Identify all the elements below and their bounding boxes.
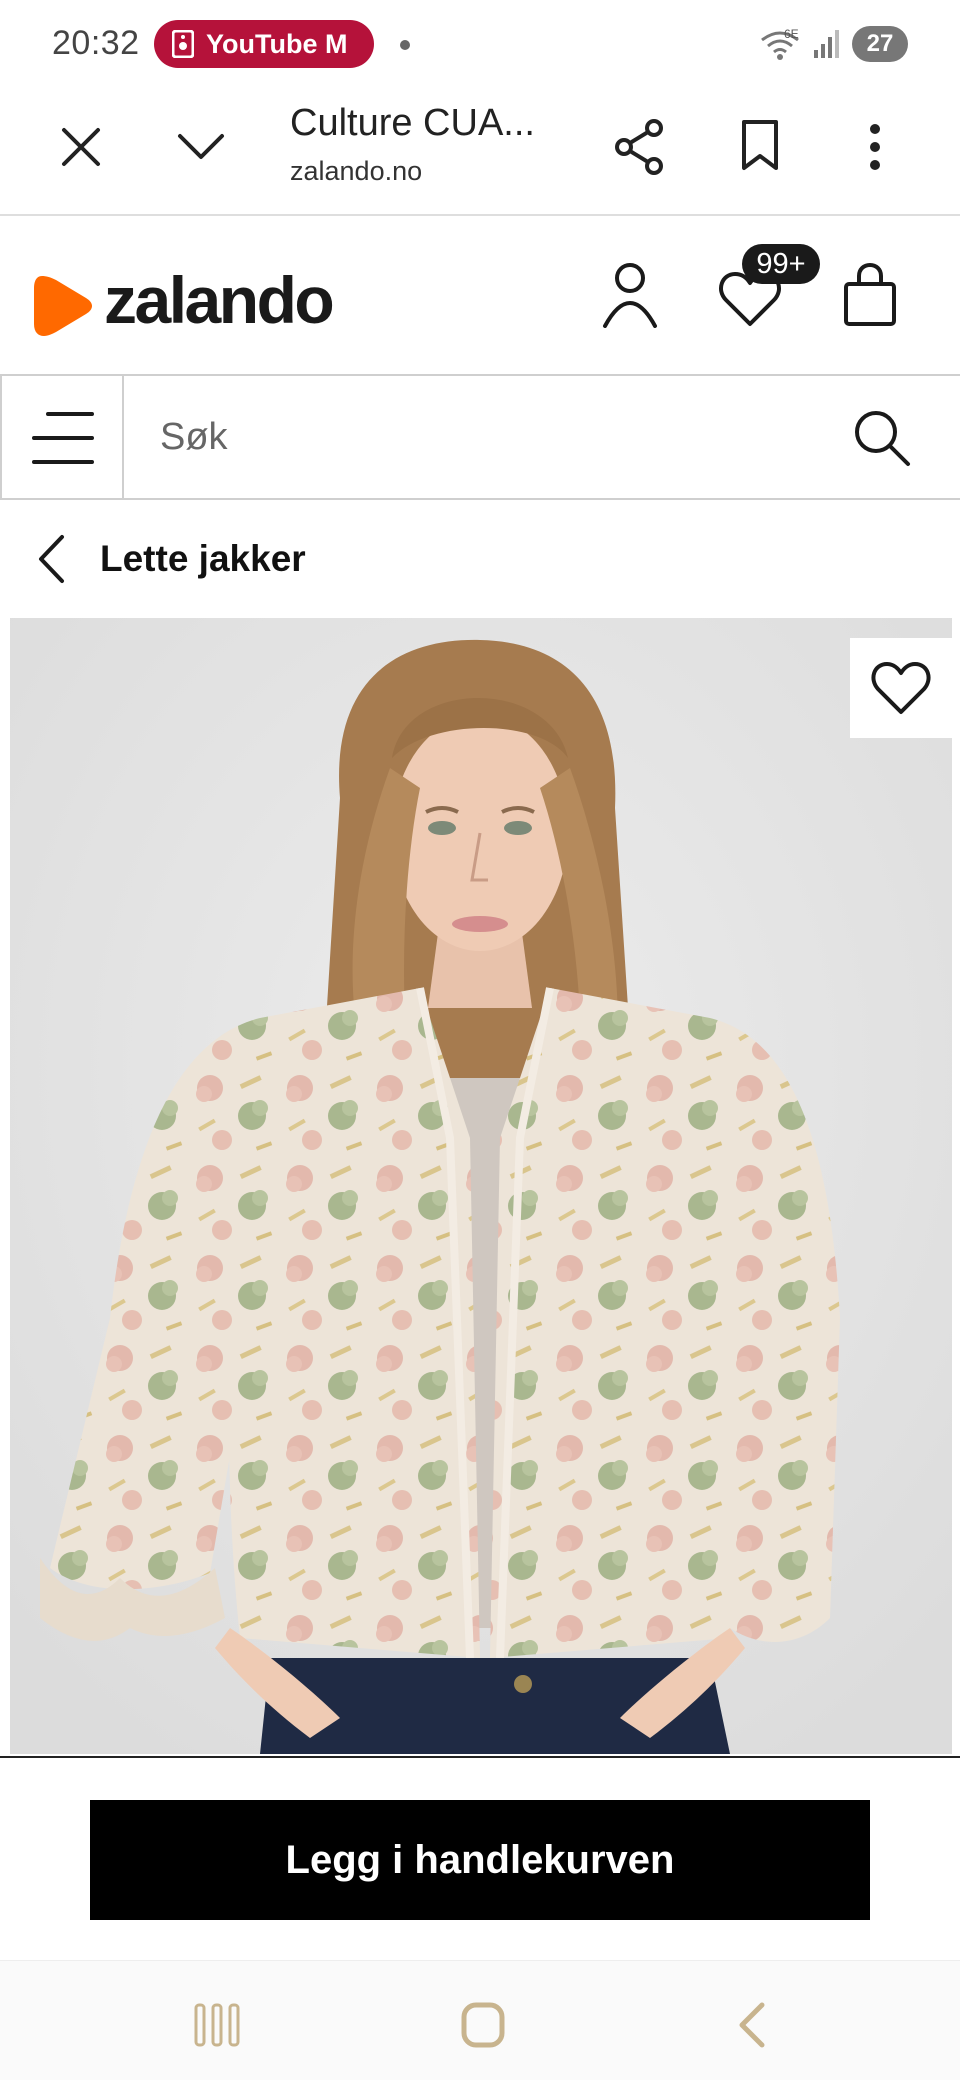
- search-bar: [0, 374, 960, 500]
- wishlist-count-badge: 99+: [742, 244, 820, 284]
- home-icon[interactable]: [460, 2001, 506, 2049]
- android-nav-bar: [0, 1960, 960, 2080]
- add-to-cart-button[interactable]: Legg i handlekurven: [90, 1800, 870, 1920]
- product-image[interactable]: [10, 618, 952, 1754]
- search-input[interactable]: [160, 406, 820, 468]
- signal-icon: [814, 30, 839, 58]
- page-domain[interactable]: zalando.no: [290, 156, 422, 187]
- bookmark-icon[interactable]: [740, 118, 780, 172]
- status-indicators: 6E 27: [758, 22, 908, 66]
- breadcrumb[interactable]: Lette jakker: [0, 500, 960, 618]
- add-to-wishlist-button[interactable]: [850, 638, 952, 738]
- notification-pill: YouTube M: [154, 20, 374, 68]
- shopping-bag-icon[interactable]: [842, 262, 898, 328]
- account-icon[interactable]: [602, 262, 658, 328]
- breadcrumb-label[interactable]: Lette jakker: [100, 538, 306, 580]
- recent-apps-icon[interactable]: [194, 2003, 240, 2047]
- chevron-left-icon[interactable]: [36, 534, 66, 584]
- zalando-logo-icon[interactable]: [34, 274, 94, 338]
- network-type-label: 6E: [784, 27, 799, 41]
- cart-bar: Legg i handlekurven: [0, 1756, 960, 1956]
- more-vert-icon[interactable]: [868, 122, 882, 172]
- browser-toolbar: Culture CUA... zalando.no: [0, 88, 960, 216]
- heart-outline-icon[interactable]: [870, 660, 932, 716]
- wifi-icon: 6E: [761, 27, 799, 60]
- site-header: zalando 99+: [0, 218, 960, 374]
- zalando-logo-text[interactable]: zalando: [104, 262, 335, 338]
- search-icon[interactable]: [852, 408, 912, 468]
- back-icon[interactable]: [736, 2001, 766, 2049]
- youtube-music-icon: [172, 30, 194, 58]
- notification-app-label: YouTube M: [206, 28, 348, 59]
- battery-indicator: 27: [852, 26, 908, 62]
- product-photo-illustration: [10, 618, 952, 1754]
- menu-button[interactable]: [0, 376, 124, 498]
- status-time: 20:32: [52, 24, 140, 62]
- chevron-down-icon[interactable]: [176, 132, 226, 162]
- page-title[interactable]: Culture CUA...: [290, 102, 535, 145]
- share-icon[interactable]: [614, 118, 666, 176]
- notification-dot: [400, 40, 410, 50]
- status-bar: 20:32 YouTube M 6E 27: [0, 0, 960, 88]
- hamburger-menu-icon[interactable]: [32, 410, 94, 466]
- close-icon[interactable]: [58, 124, 104, 170]
